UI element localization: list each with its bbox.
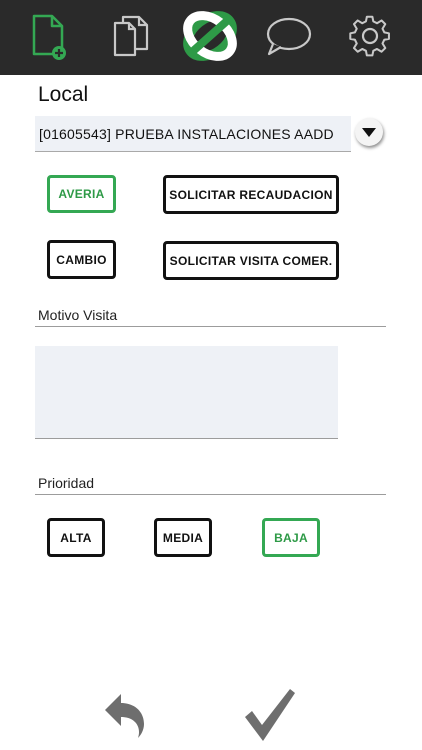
local-select-value: [01605543] PRUEBA INSTALACIONES AADD xyxy=(39,126,334,142)
settings-button[interactable] xyxy=(340,6,400,66)
motivo-visita-label: Motivo Visita xyxy=(38,307,118,323)
priority-alta-button[interactable]: ALTA xyxy=(47,518,105,557)
documents-button[interactable] xyxy=(101,6,161,66)
local-title: Local xyxy=(38,83,89,106)
new-document-button[interactable] xyxy=(20,6,80,66)
motivo-divider xyxy=(35,326,386,327)
motivo-visita-input[interactable] xyxy=(35,346,338,439)
brand-logo-icon xyxy=(183,11,237,61)
new-document-icon xyxy=(32,14,66,60)
priority-media-button[interactable]: MEDIA xyxy=(154,518,212,557)
cambio-button[interactable]: CAMBIO xyxy=(47,240,116,279)
confirm-button[interactable] xyxy=(243,687,297,743)
top-toolbar xyxy=(0,0,422,75)
priority-baja-button[interactable]: BAJA xyxy=(262,518,320,557)
undo-icon xyxy=(105,694,144,738)
local-select[interactable]: [01605543] PRUEBA INSTALACIONES AADD xyxy=(35,116,351,152)
confirm-checkmark-icon xyxy=(245,689,295,741)
chevron-down-icon xyxy=(362,128,376,137)
undo-button[interactable] xyxy=(100,690,150,740)
solicitar-visita-comer-button[interactable]: SOLICITAR VISITA COMER. xyxy=(163,241,339,280)
local-dropdown-button[interactable] xyxy=(355,118,383,146)
documents-icon xyxy=(113,15,149,57)
averia-button[interactable]: AVERIA xyxy=(47,175,116,213)
chat-icon xyxy=(266,17,312,56)
prioridad-divider xyxy=(35,494,386,495)
solicitar-recaudacion-button[interactable]: SOLICITAR RECAUDACION xyxy=(163,175,339,214)
brand-logo[interactable] xyxy=(179,5,241,67)
chat-button[interactable] xyxy=(258,6,318,66)
settings-icon xyxy=(349,15,390,57)
prioridad-label: Prioridad xyxy=(38,475,95,491)
